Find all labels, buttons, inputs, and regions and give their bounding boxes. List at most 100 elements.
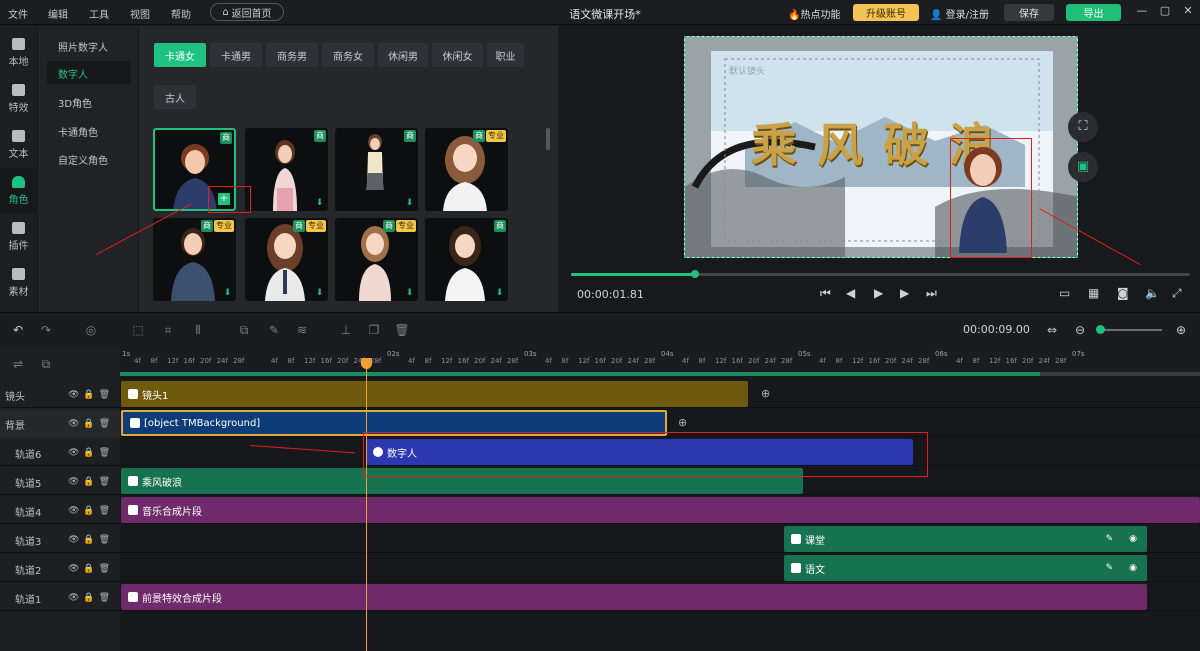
submenu-3d[interactable]: 3D角色 [47,90,131,113]
track-controls-icon[interactable]: 👁🔒🗑 [68,593,114,603]
download-icon[interactable]: ⬇ [405,198,414,208]
track-header-2[interactable]: 轨道2 👁🔒🗑 [0,555,120,583]
track-controls-icon[interactable]: 👁🔒🗑 [68,419,114,429]
snap-icon[interactable]: ⇌ [10,356,26,372]
download-icon[interactable]: ⬇ [495,288,504,298]
menu-edit[interactable]: 编辑 [48,6,68,21]
avatar-card-8[interactable]: 商 ⬇ [425,218,508,301]
play-icon[interactable]: ▶ [874,286,883,300]
playhead-handle[interactable] [361,358,372,369]
track-controls-icon[interactable]: 👁🔒🗑 [68,448,114,458]
zoom-knob[interactable] [1096,325,1105,334]
submenu-cartoon[interactable]: 卡通角色 [47,119,131,142]
submenu-digital-human[interactable]: 数字人 [47,61,131,84]
delete-icon[interactable]: 🗑 [394,322,410,338]
copy-icon[interactable]: ❐ [366,322,382,338]
login-link[interactable]: 👤 登录/注册 [930,6,989,21]
next-frame-icon[interactable]: ▶ [900,286,909,300]
track-add-icon[interactable]: ⧉ [38,356,54,372]
track-controls-icon[interactable]: 👁🔒🗑 [68,390,114,400]
track-header-5[interactable]: 轨道5 👁🔒🗑 [0,468,120,496]
filter-business-male[interactable]: 商务男 [266,43,318,67]
track-controls-icon[interactable]: 👁🔒🗑 [68,564,114,574]
trim-icon[interactable]: ⌗ [160,322,176,338]
layers-icon[interactable]: ≋ [294,322,310,338]
pen-icon[interactable]: ✎ [1105,534,1113,544]
track-controls-icon[interactable]: 👁🔒🗑 [68,506,114,516]
undo-icon[interactable]: ↶ [10,322,26,338]
eye-icon[interactable]: ◉ [1129,563,1137,573]
clip-class[interactable]: 课堂 ✎ ◉ [784,526,1147,552]
record-icon[interactable]: ◎ [83,322,99,338]
zoom-in-icon[interactable]: ⊕ [1173,322,1189,338]
track-header-4[interactable]: 轨道4 👁🔒🗑 [0,497,120,525]
track-controls-icon[interactable]: 👁🔒🗑 [68,477,114,487]
nav-effects[interactable]: 特效 [0,76,37,122]
split-icon[interactable]: ⫴ [190,322,206,338]
maximize-icon[interactable]: ▢ [1158,4,1172,17]
save-button[interactable]: 保存 [1004,4,1054,21]
track-header-3[interactable]: 轨道3 👁🔒🗑 [0,526,120,554]
nav-local[interactable]: 本地 [0,30,37,76]
zoom-out-icon[interactable]: ⊖ [1072,322,1088,338]
submenu-photo-digital[interactable]: 照片数字人 [47,34,131,57]
export-button[interactable]: 导出 [1066,4,1121,21]
add-clip-icon[interactable]: ⊕ [761,387,770,400]
avatar-card-2[interactable]: 商 ⬇ [245,128,328,211]
timeline-playhead[interactable] [366,362,367,651]
clip-music[interactable]: 音乐合成片段 [121,497,1200,523]
pen-icon[interactable]: ✎ [1105,563,1113,573]
avatar-card-5[interactable]: 商专业 ⬇ [153,218,236,301]
avatar-card-6[interactable]: 商专业 ⬇ [245,218,328,301]
layer-icon[interactable]: ▣ [1068,152,1098,182]
avatar-card-7[interactable]: 商专业 ⬇ [335,218,418,301]
filter-ancient[interactable]: 古人 [154,85,196,109]
fullscreen-icon[interactable]: ⛶ [1068,112,1098,142]
hot-features-link[interactable]: 🔥热点功能 [788,6,840,21]
track-header-1[interactable]: 轨道1 👁🔒🗑 [0,584,120,612]
nav-text[interactable]: 文本 [0,122,37,168]
clip-fx[interactable]: 前景特效合成片段 [121,584,1147,610]
avatar-card-4[interactable]: 商专业 [425,128,508,211]
filter-cartoon-male[interactable]: 卡通男 [210,43,262,67]
fit-icon[interactable]: ⇔ [1044,322,1060,338]
filter-casual-male[interactable]: 休闲男 [378,43,428,67]
redo-icon[interactable]: ↷ [38,322,54,338]
submenu-custom[interactable]: 自定义角色 [47,147,131,170]
menu-help[interactable]: 帮助 [171,6,191,21]
prev-frame-icon[interactable]: ◀ [846,286,855,300]
upgrade-button[interactable]: 升级账号 [853,4,919,21]
download-icon[interactable]: ⬇ [223,288,232,298]
add-clip-icon[interactable]: ⊕ [678,416,687,429]
crop-icon[interactable]: ⬚ [130,322,146,338]
camera-icon[interactable]: ◙ [1117,286,1129,300]
menu-view[interactable]: 视图 [130,6,150,21]
track-header-6[interactable]: 轨道6 👁🔒🗑 [0,439,120,467]
download-icon[interactable]: ⬇ [405,288,414,298]
track-header-bg[interactable]: 背景 👁🔒🗑 [0,410,120,438]
replace-icon[interactable]: ⧉ [236,322,252,338]
close-icon[interactable]: ✕ [1181,4,1195,17]
nav-plugins[interactable]: 插件 [0,214,37,260]
filter-professional[interactable]: 职业 [487,43,524,67]
align-icon[interactable]: ⊥ [338,322,354,338]
home-button[interactable]: ⌂ 返回首页 [210,3,284,21]
edit-icon[interactable]: ✎ [266,322,282,338]
filter-cartoon-female[interactable]: 卡通女 [154,43,206,67]
preview-scrubber[interactable] [691,270,699,278]
clip-shot[interactable]: 镜头1 [121,381,748,407]
monitor-icon[interactable]: ▭ [1059,286,1070,300]
eye-icon[interactable]: ◉ [1129,534,1137,544]
nav-materials[interactable]: 素材 [0,260,37,306]
nav-character[interactable]: 角色 [0,168,37,214]
zoom-slider[interactable] [1098,329,1162,331]
skip-end-icon[interactable]: ⏭ [926,286,937,301]
download-icon[interactable]: ⬇ [315,288,324,298]
clip-chinese[interactable]: 语文 ✎ ◉ [784,555,1147,581]
volume-icon[interactable]: 🔈 [1145,286,1160,300]
expand-icon[interactable]: ⤢ [1172,286,1182,301]
menu-file[interactable]: 文件 [8,6,28,21]
track-controls-icon[interactable]: 👁🔒🗑 [68,535,114,545]
filter-business-female[interactable]: 商务女 [322,43,374,67]
avatar-card-3[interactable]: 商 ⬇ [335,128,418,211]
